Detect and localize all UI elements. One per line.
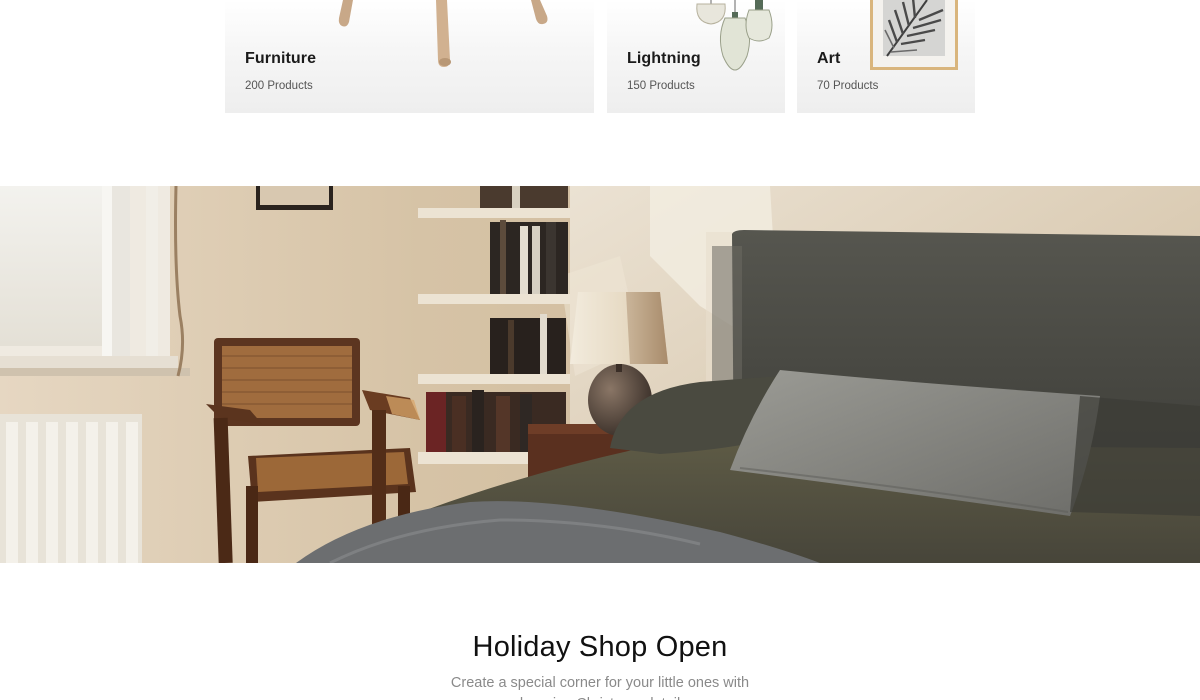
card-count: 200 Products (245, 80, 313, 92)
card-title: Furniture (245, 50, 317, 67)
holiday-subtitle: Create a special corner for your little … (450, 675, 750, 700)
radiator (0, 414, 142, 563)
card-count: 70 Products (817, 80, 879, 92)
card-title: Lightning (627, 50, 701, 67)
page: Furniture 200 Products Lightning 150 Pro… (0, 0, 1200, 700)
holiday-section: Holiday Shop Open Create a special corne… (0, 626, 1200, 700)
hero-banner (0, 186, 1200, 563)
holiday-title: Holiday Shop Open (472, 631, 728, 663)
bedroom-interior-image (0, 186, 1200, 563)
category-card-lightning[interactable]: Lightning 150 Products (607, 0, 785, 113)
card-count: 150 Products (627, 80, 695, 92)
category-cards: Furniture 200 Products Lightning 150 Pro… (225, 0, 975, 113)
card-title: Art (817, 50, 841, 67)
category-card-art[interactable]: Art 70 Products (797, 0, 975, 113)
category-card-furniture[interactable]: Furniture 200 Products (225, 0, 594, 113)
